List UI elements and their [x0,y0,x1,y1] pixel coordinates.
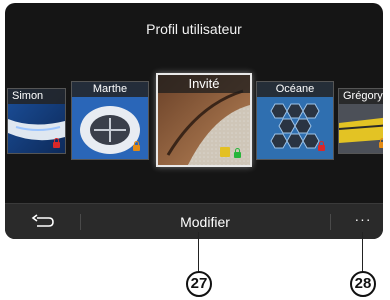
divider [330,214,331,230]
more-options-button[interactable]: ··· [353,212,373,230]
page-title: Profil utilisateur [146,21,242,37]
profile-name: Invité [158,75,250,93]
lock-icon [53,138,60,148]
callout-line-modify [198,232,199,272]
profile-card-marthe[interactable]: Marthe [71,81,149,160]
profile-card-simon[interactable]: Simon [7,88,66,154]
back-button[interactable] [27,210,57,234]
lock-icon [379,138,383,148]
callout-28: 28 [350,271,376,297]
lock-icon [133,141,140,151]
profile-carousel[interactable]: Simon Marthe Invité Océane Grégory [5,73,383,167]
lock-icon [318,141,325,151]
modify-button[interactable]: Modifier [125,204,285,239]
touch-screen: Profil utilisateur Simon Marthe Invité O… [5,3,383,239]
bottom-action-bar: Modifier ··· [5,203,383,239]
back-arrow-icon [31,214,54,227]
profile-name: Grégory [339,89,383,104]
edit-icon [220,147,230,157]
callout-line-more [362,232,363,272]
profile-name: Océane [257,82,333,97]
profile-name: Marthe [72,82,148,97]
callout-27: 27 [186,271,212,297]
profile-card-oceane[interactable]: Océane [256,81,334,160]
profile-card-gregory[interactable]: Grégory [338,88,383,154]
profile-name: Simon [8,89,65,104]
lock-icon [234,148,241,158]
divider [80,214,81,230]
profile-card-invite[interactable]: Invité [156,73,252,167]
